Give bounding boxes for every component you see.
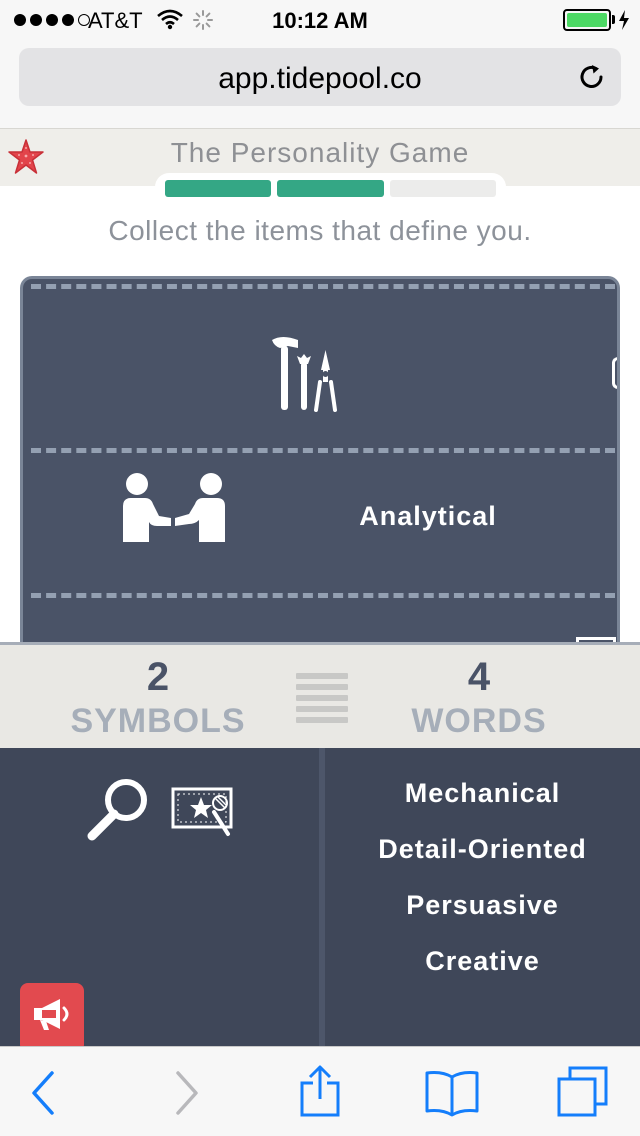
back-icon[interactable] — [28, 1069, 60, 1122]
url-text[interactable]: app.tidepool.co — [19, 62, 621, 96]
collected-word[interactable]: Persuasive — [325, 890, 640, 946]
battery-icon — [563, 9, 611, 31]
browser-header: app.tidepool.co — [0, 40, 640, 128]
feedback-button[interactable] — [20, 983, 84, 1053]
progress-bar — [155, 173, 506, 203]
lane-divider — [31, 593, 615, 598]
collected-words-list: Mechanical Detail-Oriented Persuasive Cr… — [325, 778, 640, 1002]
instructions-text: Collect the items that define you. — [108, 215, 532, 246]
symbols-counter: 2 SYMBOLS — [68, 645, 248, 743]
game-title: The Personality Game — [170, 137, 470, 168]
handshake-icon[interactable] — [121, 472, 229, 549]
magnifier-icon[interactable] — [86, 776, 152, 847]
reload-icon[interactable] — [577, 62, 607, 97]
status-bar: AT&T 10:12 AM — [0, 0, 640, 40]
symbols-label: SYMBOLS — [70, 702, 246, 740]
words-counter: 4 WORDS — [389, 645, 569, 743]
progress-step-3 — [389, 180, 496, 197]
status-time: 10:12 AM — [272, 8, 368, 33]
address-bar[interactable]: app.tidepool.co — [19, 48, 621, 106]
collected-word[interactable]: Detail-Oriented — [325, 834, 640, 890]
star-board-icon[interactable] — [170, 786, 236, 843]
tabs-icon[interactable] — [556, 1065, 610, 1124]
tools-icon[interactable] — [268, 334, 348, 419]
forward-icon[interactable] — [170, 1069, 202, 1122]
bookmarks-icon[interactable] — [424, 1069, 480, 1122]
collection-counters: 2 SYMBOLS 4 WORDS — [0, 642, 640, 748]
lane-divider — [31, 284, 615, 289]
megaphone-icon — [30, 996, 74, 1037]
collected-word[interactable]: Creative — [325, 946, 640, 1002]
progress-step-1 — [165, 180, 272, 197]
share-icon[interactable] — [298, 1065, 342, 1124]
word-item-analytical[interactable]: Analytical — [343, 501, 513, 532]
words-count: 4 — [467, 655, 491, 699]
drag-handle-icon[interactable] — [296, 673, 348, 723]
charging-bolt-icon — [618, 9, 630, 36]
collected-word[interactable]: Mechanical — [325, 778, 640, 834]
item-board: Analytical — [20, 276, 620, 656]
collected-panel: Mechanical Detail-Oriented Persuasive Cr… — [0, 748, 640, 1048]
progress-step-2 — [277, 180, 384, 197]
lane-divider — [31, 448, 615, 453]
words-label: WORDS — [411, 702, 547, 740]
partial-item[interactable] — [612, 357, 617, 389]
browser-toolbar — [0, 1046, 640, 1136]
symbols-count: 2 — [146, 655, 170, 699]
